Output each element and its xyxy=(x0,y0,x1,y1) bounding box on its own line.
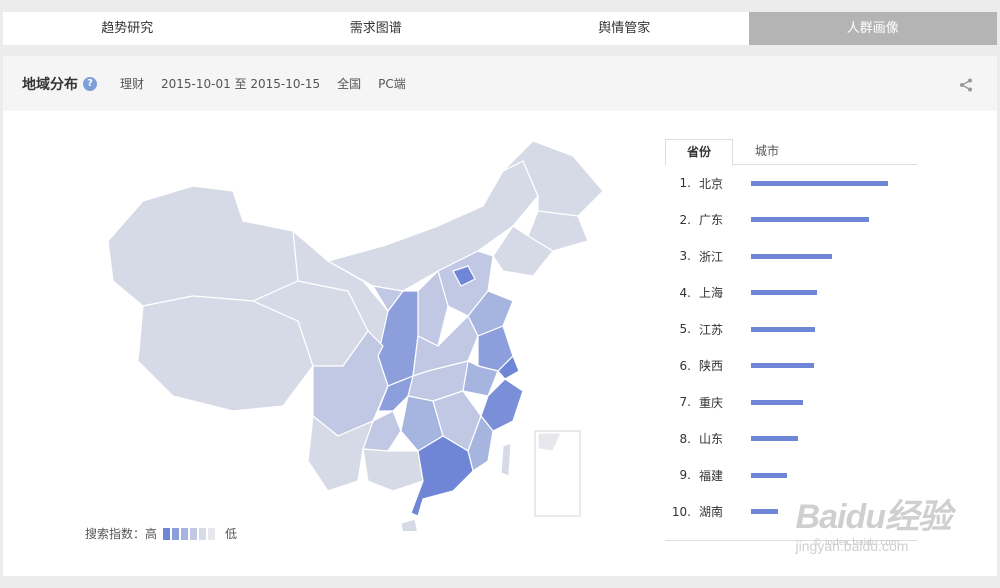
ranking-item[interactable]: 4. 上海 xyxy=(665,275,917,312)
china-heat-map xyxy=(107,140,604,531)
watermark-logo: Baidu经验 xyxy=(795,498,952,536)
legend-swatch-6 xyxy=(208,527,216,540)
legend-swatch-3 xyxy=(181,527,189,540)
ranking-province-name: 福建 xyxy=(699,468,724,483)
device-label: PC端 xyxy=(378,77,406,91)
ranking-bar xyxy=(751,180,888,186)
ranking-number: 6. xyxy=(679,358,691,373)
help-icon[interactable]: ? xyxy=(83,76,97,91)
tab-audience-profile[interactable]: 人群画像 xyxy=(748,12,997,45)
ranking-list: 1. 北京 2. 广东 3. 浙江 4. 上海 5. 江苏 6. 陕西 7. 重庆 8. 山东 9. 福建 10. 湖… xyxy=(665,165,917,530)
legend-swatch-2 xyxy=(172,527,180,540)
tab-demand-map[interactable]: 需求图谱 xyxy=(252,12,501,45)
top-tab-bar: 趋势研究 需求图谱 舆情管家 人群画像 xyxy=(3,12,997,45)
ranking-bar xyxy=(751,290,817,296)
share-icon[interactable] xyxy=(959,78,973,92)
ranking-bar xyxy=(751,436,798,442)
tab-province[interactable]: 省份 xyxy=(665,139,733,166)
keyword-label: 理财 xyxy=(120,77,145,91)
tab-city[interactable]: 城市 xyxy=(733,139,801,164)
legend-high-label: 搜索指数：高 xyxy=(85,527,158,541)
region-panel: 地域分布 ? 理财 2015-10-01 至 2015-10-15 全国 PC端 xyxy=(3,56,997,576)
ranking-item[interactable]: 5. 江苏 xyxy=(665,311,917,348)
ranking-tabs: 省份 城市 xyxy=(665,139,917,166)
ranking-number: 9. xyxy=(679,468,691,483)
ranking-number: 1. xyxy=(679,176,691,191)
legend-low-label: 低 xyxy=(225,527,238,541)
tab-trend-research[interactable]: 趋势研究 xyxy=(3,12,252,45)
ranking-number: 3. xyxy=(679,249,691,264)
ranking-bar xyxy=(751,472,787,478)
legend-swatches xyxy=(163,527,217,540)
region-xinjiang[interactable] xyxy=(107,185,299,307)
ranking-bar xyxy=(751,326,816,332)
ranking-item[interactable]: 6. 陕西 xyxy=(665,348,917,385)
ranking-province-name: 江苏 xyxy=(699,322,724,337)
ranking-province-name: 山东 xyxy=(699,432,724,447)
ranking-province-name: 上海 xyxy=(699,286,724,301)
panel-header: 地域分布 ? 理财 2015-10-01 至 2015-10-15 全国 PC端 xyxy=(3,56,997,111)
ranking-number: 4. xyxy=(679,285,691,300)
watermark-small: © index.baidu.com xyxy=(813,538,900,548)
ranking-panel: 省份 城市 1. 北京 2. 广东 3. 浙江 4. 上海 5. 江苏 6. 陕西 7. 重庆 8. 山东 9.… xyxy=(665,139,917,541)
ranking-bar xyxy=(751,509,779,515)
ranking-number: 2. xyxy=(679,212,691,227)
legend-swatch-5 xyxy=(199,527,207,540)
ranking-number: 8. xyxy=(679,431,691,446)
ranking-bar xyxy=(751,217,869,223)
ranking-province-name: 湖南 xyxy=(699,505,724,520)
ranking-province-name: 浙江 xyxy=(699,249,724,264)
region-guangxi[interactable] xyxy=(362,448,424,492)
ranking-province-name: 广东 xyxy=(699,213,724,228)
ranking-bar xyxy=(751,363,815,369)
ranking-province-name: 重庆 xyxy=(699,395,724,410)
ranking-number: 5. xyxy=(679,322,691,337)
legend-swatch-1 xyxy=(163,527,171,540)
region-hainan[interactable] xyxy=(400,518,419,531)
ranking-item[interactable]: 8. 山东 xyxy=(665,421,917,458)
tab-sentiment[interactable]: 舆情管家 xyxy=(500,12,749,45)
ranking-number: 10. xyxy=(671,504,691,519)
ranking-number: 7. xyxy=(679,395,691,410)
ranking-item[interactable]: 7. 重庆 xyxy=(665,384,917,421)
legend-swatch-4 xyxy=(190,527,198,540)
ranking-bar xyxy=(751,253,832,259)
ranking-bar xyxy=(751,399,804,405)
ranking-item[interactable]: 2. 广东 xyxy=(665,202,917,239)
panel-title: 地域分布 xyxy=(22,76,78,93)
inset-coast xyxy=(537,432,562,452)
ranking-province-name: 陕西 xyxy=(699,359,724,374)
region-label: 全国 xyxy=(337,77,362,91)
ranking-item[interactable]: 1. 北京 xyxy=(665,165,917,202)
ranking-item[interactable]: 3. 浙江 xyxy=(665,238,917,275)
ranking-province-name: 北京 xyxy=(699,176,724,191)
map-legend: 搜索指数：高 低 xyxy=(85,525,237,542)
date-range-label: 2015-10-01 至 2015-10-15 xyxy=(161,77,321,91)
region-taiwan[interactable] xyxy=(500,442,512,477)
